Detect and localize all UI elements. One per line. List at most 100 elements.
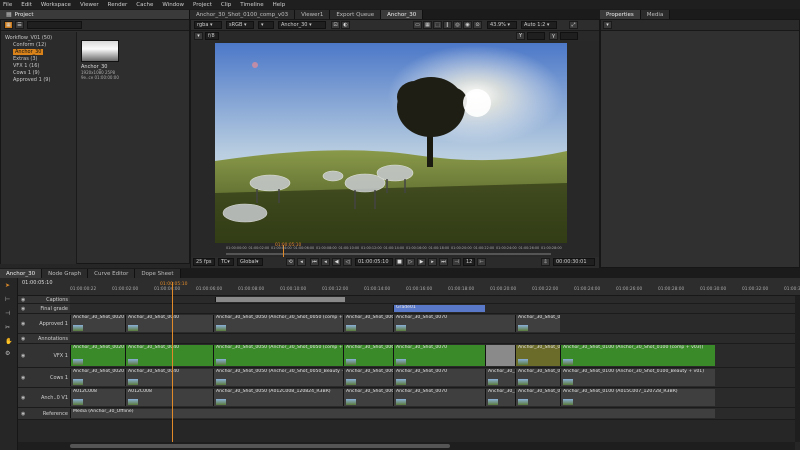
eye-icon[interactable]: ◉: [21, 306, 25, 312]
clip[interactable]: Anchor_30_Shot_0080: [515, 345, 560, 366]
play-reverse-icon[interactable]: ◀: [332, 258, 341, 266]
clip-warning-icon[interactable]: ◉: [463, 21, 472, 29]
project-view-icon[interactable]: ▦: [4, 21, 13, 29]
zoom-tool-icon[interactable]: ⚙: [5, 350, 10, 357]
step-back-icon[interactable]: ◁: [343, 258, 352, 266]
dropdown-icon[interactable]: ▾: [603, 21, 612, 29]
loop-icon[interactable]: ⟲: [286, 258, 295, 266]
tree-item[interactable]: Conform (12): [13, 42, 46, 48]
menu-file[interactable]: File: [3, 2, 12, 8]
timeline-tab-0[interactable]: Anchor_30: [0, 269, 43, 278]
menu-cache[interactable]: Cache: [136, 2, 153, 8]
tab-properties[interactable]: Properties: [600, 10, 641, 19]
end-timecode[interactable]: 00:00:30:01: [553, 258, 595, 266]
menu-workspace[interactable]: Workspace: [41, 2, 71, 8]
prev-frame-icon[interactable]: ◂: [321, 258, 330, 266]
go-start-icon[interactable]: ⏮: [310, 258, 319, 266]
hand-tool-icon[interactable]: ✋: [5, 338, 12, 345]
clip[interactable]: Anchor_30_Shot_0090: [515, 389, 560, 406]
timeline-playhead[interactable]: [172, 282, 173, 442]
roi-icon[interactable]: ⬚: [433, 21, 442, 29]
timeline-tab-2[interactable]: Curve Editor: [88, 269, 136, 278]
clip[interactable]: Anchor_30_Shot_0080: [515, 315, 560, 332]
menu-timeline[interactable]: Timeline: [240, 2, 263, 8]
clip[interactable]: A012C008: [125, 389, 213, 406]
wipe-icon[interactable]: ◐: [341, 21, 350, 29]
tree-item[interactable]: Cows 1 (9): [13, 70, 40, 76]
menu-project[interactable]: Project: [193, 2, 212, 8]
global-select[interactable]: Global ▾: [237, 258, 263, 266]
zoom-select[interactable]: 43.9% ▾: [487, 21, 517, 29]
fps-select[interactable]: 25 fps: [193, 258, 215, 266]
clip[interactable]: Anchor_30_Shot_0100 (A015C007_120728_R3B…: [560, 389, 715, 406]
clip[interactable]: Anchor_30_Shot_0060: [343, 315, 393, 332]
clip[interactable]: [215, 297, 345, 302]
gain-icon[interactable]: Y: [516, 32, 525, 40]
stop-icon[interactable]: ■: [395, 258, 404, 266]
download-icon[interactable]: ⇩: [541, 258, 550, 266]
step-size-field[interactable]: 12: [463, 258, 475, 266]
tab-project[interactable]: ▦ Project: [0, 10, 190, 19]
clip[interactable]: Anchor_30_Shot_0070: [393, 389, 485, 406]
fullscreen-icon[interactable]: ⤢: [569, 21, 578, 29]
eye-icon[interactable]: ◉: [21, 321, 25, 327]
track-header[interactable]: ◉ Captions: [18, 296, 70, 304]
list-view-icon[interactable]: ☰: [15, 21, 24, 29]
next-frame-icon[interactable]: ▸: [428, 258, 437, 266]
clip[interactable]: Anchor_30_Shot_0070: [393, 315, 515, 332]
tree-item[interactable]: Approved 1 (9): [13, 77, 50, 83]
pause-icon[interactable]: ∥: [443, 21, 452, 29]
track-header[interactable]: ◉ Final grade: [18, 304, 70, 314]
audio-icon[interactable]: ◂: [297, 258, 306, 266]
viewer-ruler[interactable]: 01:00:05:10 01:00:00:00 01:00:02:00 01:00:…: [191, 243, 599, 257]
gamma-field[interactable]: [560, 32, 578, 40]
select-tool-icon[interactable]: ➤: [5, 282, 10, 289]
menu-edit[interactable]: Edit: [21, 2, 32, 8]
razor-tool-icon[interactable]: ✂: [5, 324, 10, 331]
track-header[interactable]: ◉ Reference: [18, 408, 70, 420]
clip[interactable]: [485, 345, 515, 366]
eye-icon[interactable]: ◉: [21, 353, 25, 359]
clip[interactable]: Anchor_30_Shot_0060: [343, 369, 393, 386]
viewer-image[interactable]: [215, 43, 567, 243]
clip[interactable]: Anchor_30_Shot_0050 (Anchor_30_Shot_0050…: [213, 345, 343, 366]
step-forward-icon[interactable]: ▷: [406, 258, 415, 266]
clip[interactable]: Anchor_30_Shot_0070: [393, 345, 485, 366]
proxy-select[interactable]: Auto 1:2 ▾: [521, 21, 557, 29]
clip[interactable]: A012C008: [70, 389, 125, 406]
menu-window[interactable]: Window: [162, 2, 184, 8]
current-timecode[interactable]: 01:00:05:10: [355, 258, 393, 266]
clip[interactable]: Anchor_30_Shot_0050 (A012C008_120824_R3B…: [213, 389, 343, 406]
frame-icon[interactable]: ▾: [194, 32, 203, 40]
layer-select[interactable]: ▾: [258, 21, 274, 29]
hscroll-thumb[interactable]: [70, 444, 450, 448]
track-header[interactable]: ◉ Anch..0 V1: [18, 388, 70, 408]
clip[interactable]: Anchor_30_Shot_0040: [125, 345, 213, 366]
clip[interactable]: Anchor_30_Shot_0050 (Anchor_30_Shot_0050…: [213, 369, 343, 386]
clip[interactable]: Anchor_30_Shot_0080: [485, 369, 515, 386]
eye-icon[interactable]: ◉: [21, 411, 25, 417]
tc-mode-select[interactable]: TC ▾: [218, 258, 234, 266]
clip[interactable]: Anchor_30_Shot_0070: [393, 369, 485, 386]
menu-render[interactable]: Render: [108, 2, 128, 8]
tree-item[interactable]: VFX 1 (16): [13, 63, 39, 69]
clip[interactable]: Anchor_30_Shot_0080: [485, 389, 515, 406]
clip[interactable]: Anchor_30_Shot_0060: [343, 389, 393, 406]
step-size-icon[interactable]: ⊣: [452, 258, 461, 266]
eye-icon[interactable]: ◉: [21, 395, 25, 401]
tab-media[interactable]: Media: [640, 10, 671, 19]
project-search-input[interactable]: [27, 21, 82, 29]
menu-viewer[interactable]: Viewer: [80, 2, 99, 8]
play-icon[interactable]: ▶: [417, 258, 426, 266]
colorspace-select[interactable]: sRGB ▾: [226, 21, 254, 29]
menu-clip[interactable]: Clip: [221, 2, 231, 8]
lock-icon[interactable]: ⊡: [331, 21, 340, 29]
menu-help[interactable]: Help: [273, 2, 286, 8]
tree-item[interactable]: Workflow_V01 (50): [5, 35, 52, 41]
eye-icon[interactable]: ◉: [21, 297, 25, 303]
go-end-icon[interactable]: ⏭: [439, 258, 448, 266]
timeline-vscrollbar[interactable]: [795, 296, 800, 442]
viewer-tab-3[interactable]: Anchor_30: [381, 10, 424, 19]
tree-item[interactable]: Anchor_30: [13, 49, 44, 55]
slip-tool-icon[interactable]: ⊣: [5, 310, 10, 317]
